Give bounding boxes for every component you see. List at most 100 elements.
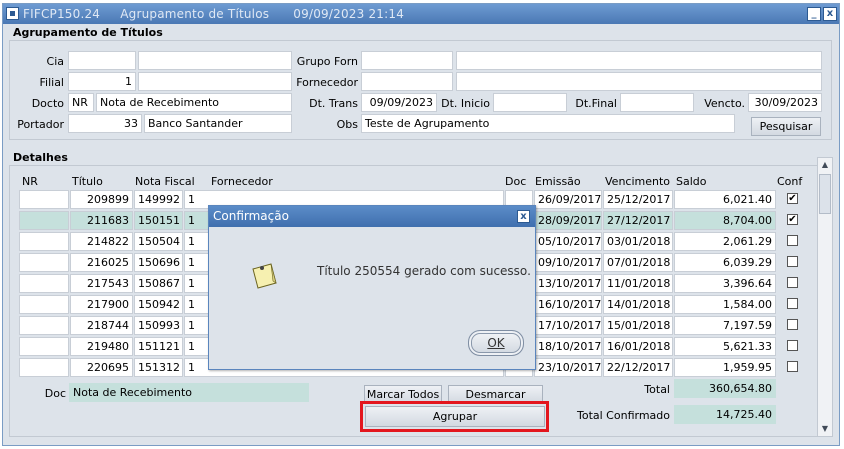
cell-saldo[interactable]: 7,197.59 <box>674 316 776 335</box>
ok-button[interactable]: OK <box>468 330 524 356</box>
cell-titulo[interactable]: 211683 <box>70 211 133 230</box>
doc-label: Doc <box>44 387 66 400</box>
cell-vencimento[interactable]: 27/12/2017 <box>603 211 673 230</box>
fornecedor-name-field[interactable] <box>456 72 822 91</box>
scroll-thumb[interactable] <box>819 174 831 214</box>
portador-name-field[interactable]: Banco Santander <box>144 114 292 133</box>
conf-checkbox[interactable] <box>787 298 798 309</box>
cell-vencimento[interactable]: 15/01/2018 <box>603 316 673 335</box>
cell-emissao[interactable]: 17/10/2017 <box>534 316 602 335</box>
cell-titulo[interactable]: 217900 <box>70 295 133 314</box>
cell-saldo[interactable]: 3,396.64 <box>674 274 776 293</box>
cell-titulo[interactable]: 209899 <box>70 190 133 209</box>
cell-titulo[interactable]: 219480 <box>70 337 133 356</box>
docto-code-field[interactable]: NR <box>68 93 94 112</box>
agrupar-highlight-box <box>360 401 549 432</box>
grupo-forn-code-field[interactable] <box>361 51 453 70</box>
close-icon[interactable]: x <box>823 7 837 21</box>
conf-checkbox[interactable] <box>787 340 798 351</box>
cell-emissao[interactable]: 16/10/2017 <box>534 295 602 314</box>
minimize-icon[interactable]: _ <box>807 7 821 21</box>
cell-titulo[interactable]: 214822 <box>70 232 133 251</box>
conf-checkbox[interactable] <box>787 235 798 246</box>
cell-vencimento[interactable]: 11/01/2018 <box>603 274 673 293</box>
filial-code-field[interactable]: 1 <box>68 72 136 91</box>
total-confirmado-field: 14,725.40 <box>674 405 776 424</box>
cell-titulo[interactable]: 216025 <box>70 253 133 272</box>
cell-emissao[interactable]: 28/09/2017 <box>534 211 602 230</box>
dt-trans-field[interactable]: 09/09/2023 <box>361 93 437 112</box>
dt-final-field[interactable] <box>620 93 694 112</box>
scroll-down-icon[interactable]: ▼ <box>818 422 832 436</box>
cell-emissao[interactable]: 23/10/2017 <box>534 358 602 377</box>
cell-vencimento[interactable]: 07/01/2018 <box>603 253 673 272</box>
cell-nota[interactable]: 149992 <box>134 190 183 209</box>
cell-nota[interactable]: 151312 <box>134 358 183 377</box>
pesquisar-button[interactable]: Pesquisar <box>751 117 821 136</box>
cell-nota[interactable]: 150942 <box>134 295 183 314</box>
cell-nr[interactable] <box>19 337 69 356</box>
cell-nr[interactable] <box>19 190 69 209</box>
fornecedor-code-field[interactable] <box>361 72 453 91</box>
cell-nota[interactable]: 150504 <box>134 232 183 251</box>
cell-saldo[interactable]: 1,584.00 <box>674 295 776 314</box>
grupo-forn-name-field[interactable] <box>456 51 822 70</box>
cell-nr[interactable] <box>19 211 69 230</box>
docto-name-field[interactable]: Nota de Recebimento <box>96 93 292 112</box>
cell-emissao[interactable]: 09/10/2017 <box>534 253 602 272</box>
cell-titulo[interactable]: 220695 <box>70 358 133 377</box>
app-icon <box>6 7 19 20</box>
cell-vencimento[interactable]: 03/01/2018 <box>603 232 673 251</box>
cell-saldo[interactable]: 8,704.00 <box>674 211 776 230</box>
cell-titulo[interactable]: 218744 <box>70 316 133 335</box>
cia-label: Cia <box>46 55 64 68</box>
cell-emissao[interactable]: 18/10/2017 <box>534 337 602 356</box>
cell-saldo[interactable]: 5,621.33 <box>674 337 776 356</box>
cell-nota[interactable]: 150151 <box>134 211 183 230</box>
conf-checkbox[interactable] <box>787 256 798 267</box>
cell-emissao[interactable]: 26/09/2017 <box>534 190 602 209</box>
conf-checkbox[interactable]: ✔ <box>787 193 798 204</box>
window-titlebar[interactable]: FIFCP150.24 Agrupamento de Títulos 09/09… <box>3 4 839 24</box>
cell-vencimento[interactable]: 25/12/2017 <box>603 190 673 209</box>
cell-nr[interactable] <box>19 295 69 314</box>
vencto-field[interactable]: 30/09/2023 <box>748 93 822 112</box>
cell-nota[interactable]: 150993 <box>134 316 183 335</box>
cell-emissao[interactable]: 05/10/2017 <box>534 232 602 251</box>
cell-vencimento[interactable]: 16/01/2018 <box>603 337 673 356</box>
obs-field[interactable]: Teste de Agrupamento <box>361 114 735 133</box>
cell-saldo[interactable]: 6,039.29 <box>674 253 776 272</box>
conf-checkbox[interactable] <box>787 319 798 330</box>
conf-checkbox[interactable] <box>787 361 798 372</box>
dt-final-label: Dt.Final <box>575 97 617 110</box>
col-saldo-header: Saldo <box>676 175 707 188</box>
cell-nota[interactable]: 150867 <box>134 274 183 293</box>
cell-saldo[interactable]: 1,959.95 <box>674 358 776 377</box>
cell-nota[interactable]: 150696 <box>134 253 183 272</box>
cell-nota[interactable]: 151121 <box>134 337 183 356</box>
cell-emissao[interactable]: 13/10/2017 <box>534 274 602 293</box>
scroll-up-icon[interactable]: ▲ <box>818 158 832 172</box>
dt-inicio-field[interactable] <box>493 93 567 112</box>
vertical-scrollbar[interactable]: ▲ ▼ <box>817 157 833 437</box>
dialog-title[interactable]: Confirmação <box>209 206 535 227</box>
conf-checkbox[interactable] <box>787 277 798 288</box>
cia-name-field[interactable] <box>138 51 292 70</box>
cell-nr[interactable] <box>19 316 69 335</box>
dialog-close-icon[interactable]: x <box>517 210 530 223</box>
cell-nr[interactable] <box>19 358 69 377</box>
cell-vencimento[interactable]: 22/12/2017 <box>603 358 673 377</box>
cell-titulo[interactable]: 217543 <box>70 274 133 293</box>
cell-saldo[interactable]: 6,021.40 <box>674 190 776 209</box>
conf-checkbox[interactable]: ✔ <box>787 214 798 225</box>
cell-saldo[interactable]: 2,061.29 <box>674 232 776 251</box>
cell-nr[interactable] <box>19 253 69 272</box>
docto-label: Docto <box>31 97 64 110</box>
doc-field[interactable]: Nota de Recebimento <box>69 383 309 402</box>
cia-code-field[interactable] <box>68 51 136 70</box>
cell-vencimento[interactable]: 14/01/2018 <box>603 295 673 314</box>
cell-nr[interactable] <box>19 232 69 251</box>
filial-name-field[interactable] <box>138 72 292 91</box>
cell-nr[interactable] <box>19 274 69 293</box>
portador-code-field[interactable]: 33 <box>68 114 142 133</box>
